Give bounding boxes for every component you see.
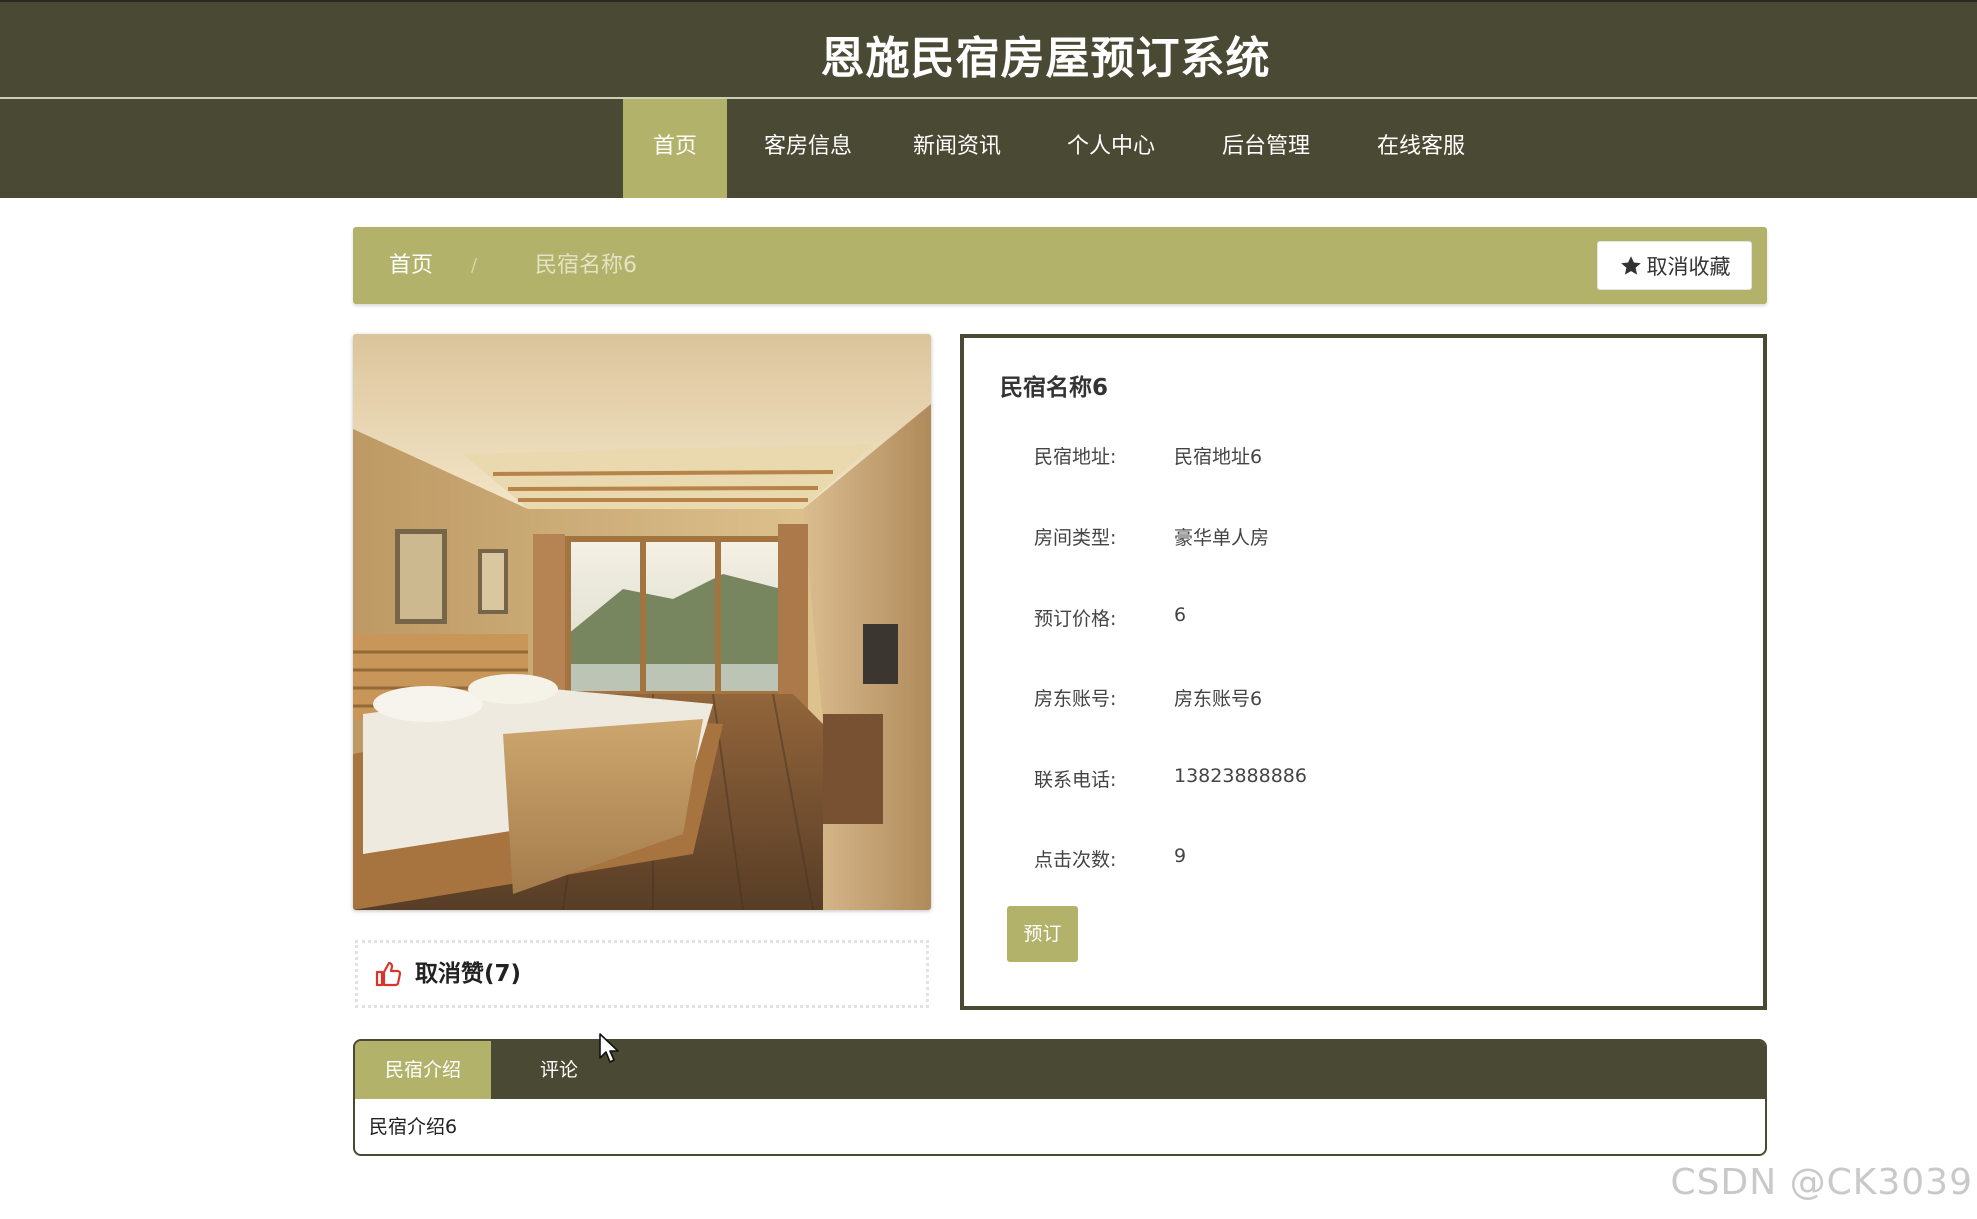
room-detail-panel: 民宿名称6 民宿地址: 民宿地址6 房间类型: 豪华单人房 预订价格: 6 房东…	[960, 334, 1767, 1010]
breadcrumb: 首页 / 民宿名称6 取消收藏	[353, 227, 1767, 304]
field-value-host-account: 房东账号6	[1174, 688, 1263, 710]
nav-item-home[interactable]: 首页	[623, 99, 727, 198]
breadcrumb-home-link[interactable]: 首页	[389, 227, 433, 304]
detail-tabs: 民宿介绍 评论 民宿介绍6	[353, 1039, 1767, 1156]
nav-item-profile[interactable]: 个人中心	[1047, 99, 1175, 198]
field-label-price: 预订价格:	[1034, 608, 1117, 630]
book-button[interactable]: 预订	[1007, 906, 1078, 962]
field-value-room-type: 豪华单人房	[1174, 527, 1270, 549]
room-photo-image	[353, 334, 931, 910]
tab-strip: 民宿介绍 评论	[355, 1041, 1765, 1099]
nav-item-admin[interactable]: 后台管理	[1202, 99, 1330, 198]
nav-item-support[interactable]: 在线客服	[1357, 99, 1485, 198]
unlike-button[interactable]: 取消赞(7)	[415, 943, 521, 1005]
field-label-phone: 联系电话:	[1034, 769, 1117, 791]
field-value-click-count: 9	[1174, 845, 1187, 867]
site-title: 恩施民宿房屋预订系统	[820, 33, 1271, 84]
main-nav: 首页 客房信息 新闻资讯 个人中心 后台管理 在线客服	[0, 99, 1977, 198]
watermark: CSDN @CK3039	[1670, 1162, 1973, 1203]
field-label-address: 民宿地址:	[1034, 446, 1117, 468]
room-photo	[353, 334, 931, 910]
site-header: 恩施民宿房屋预订系统	[0, 0, 1977, 97]
field-label-click-count: 点击次数:	[1034, 849, 1117, 871]
room-name: 民宿名称6	[1000, 375, 1109, 401]
nav-item-rooms[interactable]: 客房信息	[744, 99, 872, 198]
field-value-price: 6	[1174, 604, 1187, 626]
unfavorite-label: 取消收藏	[1646, 254, 1731, 279]
breadcrumb-separator: /	[471, 255, 478, 276]
field-value-phone: 13823888886	[1174, 765, 1307, 787]
thumbs-up-icon[interactable]	[374, 960, 402, 988]
tab-introduction[interactable]: 民宿介绍	[355, 1041, 491, 1099]
tab-content: 民宿介绍6	[369, 1116, 458, 1138]
like-box: 取消赞(7)	[355, 940, 929, 1008]
breadcrumb-current: 民宿名称6	[535, 253, 637, 278]
unfavorite-button[interactable]: 取消收藏	[1597, 241, 1752, 290]
nav-item-news[interactable]: 新闻资讯	[893, 99, 1021, 198]
star-icon	[1619, 254, 1643, 278]
field-value-address: 民宿地址6	[1174, 446, 1263, 468]
field-label-room-type: 房间类型:	[1034, 527, 1117, 549]
field-label-host-account: 房东账号:	[1034, 688, 1117, 710]
mouse-cursor-icon	[599, 1033, 619, 1063]
